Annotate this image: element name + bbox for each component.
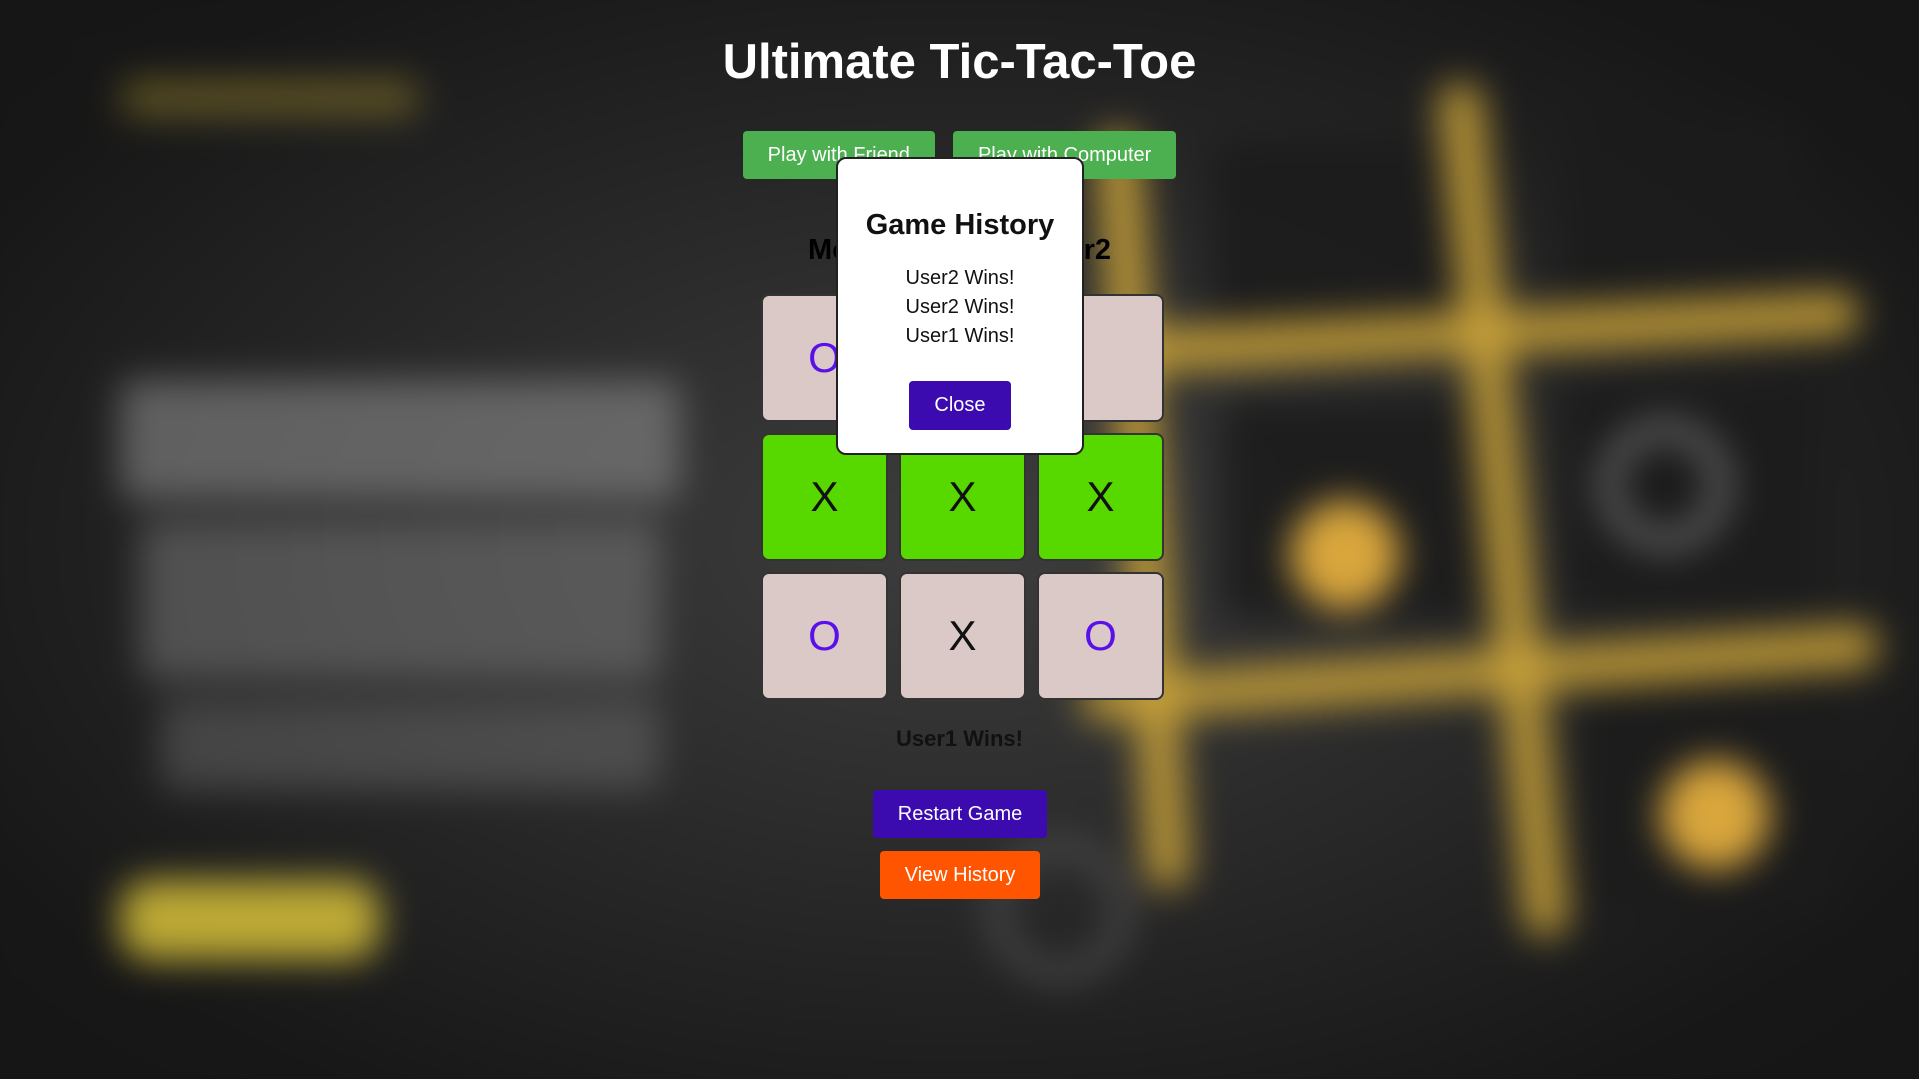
board-cell[interactable]: X <box>899 572 1026 700</box>
board-cell[interactable]: O <box>1037 572 1164 700</box>
page-title: Ultimate Tic-Tac-Toe <box>722 35 1197 89</box>
o-mark: O <box>808 612 841 659</box>
history-entry: User2 Wins! <box>905 267 1015 289</box>
game-history-modal: Game History User2 Wins! User2 Wins! Use… <box>836 157 1084 455</box>
restart-game-button[interactable]: Restart Game <box>873 790 1047 838</box>
close-modal-button[interactable]: Close <box>909 381 1011 430</box>
modal-title: Game History <box>865 209 1055 241</box>
game-result: User1 Wins! <box>896 726 1023 751</box>
x-mark: X <box>810 473 839 520</box>
view-history-button[interactable]: View History <box>880 851 1040 899</box>
x-mark: X <box>1086 473 1115 520</box>
game-app: Ultimate Tic-Tac-Toe Play with Friend Pl… <box>0 0 1919 1079</box>
history-entry: User1 Wins! <box>905 325 1015 347</box>
board-cell[interactable]: O <box>761 572 888 700</box>
history-list: User2 Wins! User2 Wins! User1 Wins! <box>838 264 1082 351</box>
o-mark: O <box>1084 612 1117 659</box>
x-mark: X <box>948 612 977 659</box>
history-entry: User2 Wins! <box>905 296 1015 318</box>
x-mark: X <box>948 473 977 520</box>
